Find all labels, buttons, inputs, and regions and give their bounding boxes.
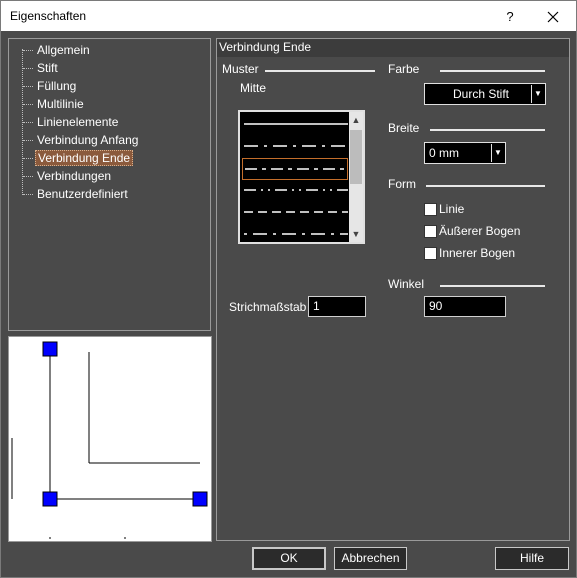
tree-item-label: Allgemein [37,43,90,57]
farbe-value: Durch Stift [453,87,510,101]
pattern-long-dash-dot[interactable] [242,224,348,246]
pattern-dash-dot[interactable] [242,158,349,180]
breite-combo[interactable]: 0 mm ▼ [424,142,506,164]
tree-connector [23,104,33,105]
pattern-listbox[interactable]: ▲ ▼ [238,110,365,244]
checkbox-box[interactable] [424,247,437,260]
checkbox-box[interactable] [424,225,437,238]
chevron-down-icon[interactable]: ▼ [491,144,504,162]
scroll-up-icon[interactable]: ▲ [349,112,363,128]
cancel-button[interactable]: Abbrechen [334,547,407,570]
checkbox-innerer-bogen-label: Innerer Bogen [439,246,516,260]
pattern-long-dash-dot-line [244,233,348,235]
breite-label: Breite [388,121,420,135]
pattern-dash-dot-line [245,168,349,170]
category-tree: Allgemein Stift Füllung Multilinie Linie… [8,38,211,331]
scroll-down-icon[interactable]: ▼ [349,226,363,242]
checkbox-innerer-bogen[interactable]: Innerer Bogen [424,246,534,262]
muster-divider [265,70,375,72]
checkbox-linie-label: Linie [439,202,465,216]
winkel-divider [440,285,545,287]
winkel-input[interactable]: 90 [424,296,506,317]
pattern-dash-dot-dot[interactable] [242,180,348,202]
close-icon [547,11,559,23]
handle-right[interactable] [192,491,208,507]
tree-item-label: Verbindung Anfang [37,133,139,147]
tree-connector [23,158,33,159]
handle-corner[interactable] [42,491,58,507]
pattern-dash-dot-dot-line [244,189,348,191]
preview-drawing [11,341,208,539]
pattern-long-dash-line [244,145,348,147]
breite-divider [430,129,545,131]
checkbox-linie[interactable]: Linie [424,202,484,218]
chevron-down-icon[interactable]: ▼ [531,85,544,103]
help-button[interactable]: Hilfe [495,547,569,570]
title-bar: Eigenschaften ? [0,0,577,31]
close-button[interactable] [533,5,573,29]
strichmassstab-input[interactable]: 1 [308,296,366,317]
strichmassstab-label: Strichmaßstab [229,300,307,314]
handle-top[interactable] [42,341,58,357]
pattern-scrollbar[interactable]: ▲ ▼ [349,112,363,242]
form-divider [426,185,545,187]
form-label: Form [388,177,416,191]
breite-value: 0 mm [429,146,459,160]
tree-connector [23,194,33,195]
muster-label: Muster [222,62,259,76]
checkbox-aeusserer-bogen[interactable]: Äußerer Bogen [424,224,534,240]
farbe-divider [440,70,545,72]
pattern-solid-line [244,123,348,125]
tree-item-label: Multilinie [37,97,84,111]
checkbox-box[interactable] [424,203,437,216]
checkbox-aeusserer-bogen-label: Äußerer Bogen [439,224,521,238]
connection-preview [8,336,212,542]
winkel-label: Winkel [388,277,425,291]
tree-connector [23,86,33,87]
tree-item-label: Verbindung Ende [35,150,134,166]
tree-connector [23,176,33,177]
tree-connector [23,50,33,51]
farbe-combo[interactable]: Durch Stift ▼ [424,83,546,105]
tree-connector [23,122,33,123]
tree-connector [23,68,33,69]
pattern-long-dash[interactable] [242,136,348,158]
pattern-dashed[interactable] [242,202,348,224]
tree-item-label: Linienelemente [37,115,119,129]
tree-item-label: Füllung [37,79,77,93]
pattern-dashed-line [244,211,348,213]
help-icon[interactable]: ? [495,5,525,29]
pattern-solid[interactable] [242,114,348,136]
tree-item-label: Verbindungen [37,169,112,183]
muster-sublabel: Mitte [240,81,267,95]
scroll-thumb[interactable] [350,130,362,184]
tree-item-label: Benutzerdefiniert [37,187,128,201]
tree-item-label: Stift [37,61,58,75]
panel-title: Verbindung Ende [217,39,569,57]
window-title: Eigenschaften [10,9,87,23]
ok-button[interactable]: OK [252,547,326,570]
farbe-label: Farbe [388,62,420,76]
tree-connector [23,140,33,141]
